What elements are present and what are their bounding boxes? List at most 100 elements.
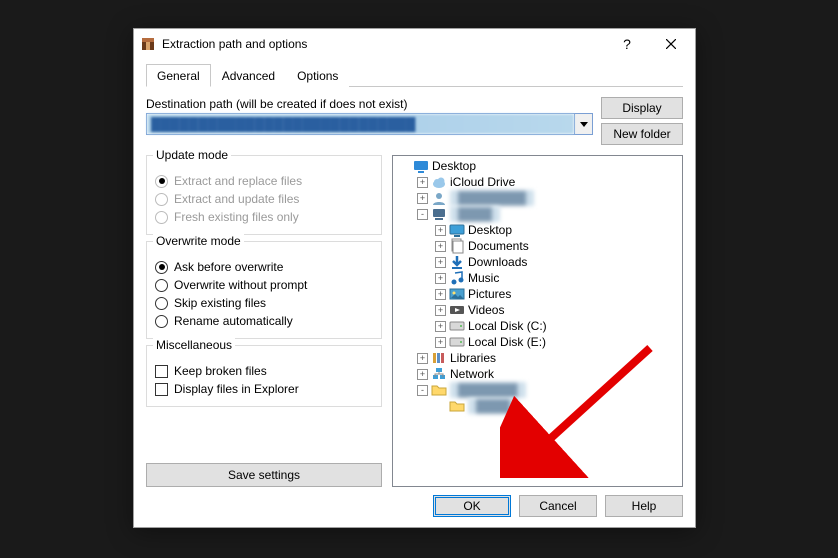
- tree-node-label: iCloud Drive: [450, 174, 515, 190]
- app-icon: [140, 36, 156, 52]
- dialog-footer: OK Cancel Help: [146, 487, 683, 517]
- destination-path-combo[interactable]: [146, 113, 593, 135]
- checkbox-icon: [155, 383, 168, 396]
- tab-pane-general: Destination path (will be created if doe…: [146, 87, 683, 517]
- folder-tree[interactable]: Desktop + iCloud Drive + ████████ - ████ + Deskt…: [392, 155, 683, 487]
- tree-node-label: Videos: [468, 302, 504, 318]
- tree-node[interactable]: + Libraries: [395, 350, 680, 366]
- check-display-explorer[interactable]: Display files in Explorer: [155, 380, 373, 398]
- tree-expander[interactable]: +: [435, 257, 446, 268]
- radio-fresh-only[interactable]: Fresh existing files only: [155, 208, 373, 226]
- cloud-icon: [431, 174, 447, 190]
- tree-node-label: Music: [468, 270, 499, 286]
- tree-node[interactable]: -███████: [395, 382, 680, 398]
- tree-node[interactable]: ████: [395, 398, 680, 414]
- tree-node-label: ████: [450, 206, 500, 222]
- help-titlebar-button[interactable]: ?: [605, 30, 649, 58]
- down-icon: [449, 254, 465, 270]
- checkbox-icon: [155, 365, 168, 378]
- tree-expander[interactable]: +: [435, 273, 446, 284]
- tree-node[interactable]: + Network: [395, 366, 680, 382]
- tree-expander[interactable]: +: [435, 289, 446, 300]
- tree-expander[interactable]: +: [435, 337, 446, 348]
- tree-expander[interactable]: -: [417, 209, 428, 220]
- libs-icon: [431, 350, 447, 366]
- radio-icon: [155, 211, 168, 224]
- window-title: Extraction path and options: [162, 37, 605, 51]
- tree-node[interactable]: + ████████: [395, 190, 680, 206]
- help-button[interactable]: Help: [605, 495, 683, 517]
- tree-node[interactable]: + Documents: [395, 238, 680, 254]
- folder-icon: [431, 382, 447, 398]
- docs-icon: [449, 238, 465, 254]
- tree-expander[interactable]: +: [435, 225, 446, 236]
- group-miscellaneous: Miscellaneous Keep broken files Display …: [146, 345, 382, 407]
- tree-node[interactable]: + Videos: [395, 302, 680, 318]
- tree-node[interactable]: + iCloud Drive: [395, 174, 680, 190]
- tree-expander[interactable]: +: [417, 193, 428, 204]
- destination-path-label: Destination path (will be created if doe…: [146, 97, 593, 111]
- tree-node-label: Pictures: [468, 286, 511, 302]
- save-settings-button[interactable]: Save settings: [146, 463, 382, 487]
- tree-node-label: Desktop: [468, 222, 512, 238]
- tree-node[interactable]: + Pictures: [395, 286, 680, 302]
- desktop-blue-icon: [413, 158, 429, 174]
- radio-icon: [155, 175, 168, 188]
- radio-extract-replace[interactable]: Extract and replace files: [155, 172, 373, 190]
- tree-node-label: Libraries: [450, 350, 496, 366]
- radio-rename-auto[interactable]: Rename automatically: [155, 312, 373, 330]
- destination-path-drop[interactable]: [574, 114, 592, 134]
- net-icon: [431, 366, 447, 382]
- tree-expander[interactable]: +: [417, 177, 428, 188]
- tree-expander[interactable]: +: [417, 353, 428, 364]
- user-icon: [431, 190, 447, 206]
- folder-icon: [449, 398, 465, 414]
- tree-node-label: ████: [468, 398, 518, 414]
- group-overwrite-mode: Overwrite mode Ask before overwrite Over…: [146, 241, 382, 339]
- tree-node[interactable]: + Desktop: [395, 222, 680, 238]
- tree-node[interactable]: - ████: [395, 206, 680, 222]
- titlebar: Extraction path and options ?: [134, 29, 695, 59]
- tab-strip: General Advanced Options: [146, 63, 683, 87]
- radio-icon: [155, 261, 168, 274]
- group-legend: Miscellaneous: [153, 338, 235, 352]
- tree-node[interactable]: + Local Disk (E:): [395, 334, 680, 350]
- tree-node[interactable]: + Music: [395, 270, 680, 286]
- tree-expander[interactable]: +: [435, 241, 446, 252]
- tree-node-label: Documents: [468, 238, 529, 254]
- radio-extract-update[interactable]: Extract and update files: [155, 190, 373, 208]
- radio-overwrite-noprompt[interactable]: Overwrite without prompt: [155, 276, 373, 294]
- tab-general[interactable]: General: [146, 64, 211, 87]
- tree-expander[interactable]: -: [417, 385, 428, 396]
- tab-advanced[interactable]: Advanced: [211, 64, 286, 87]
- radio-icon: [155, 297, 168, 310]
- tree-expander[interactable]: +: [417, 369, 428, 380]
- tab-options[interactable]: Options: [286, 64, 349, 87]
- new-folder-button[interactable]: New folder: [601, 123, 683, 145]
- desktop-icon: [449, 222, 465, 238]
- pc-icon: [431, 206, 447, 222]
- tree-node[interactable]: +Downloads: [395, 254, 680, 270]
- tree-node-label: Network: [450, 366, 494, 382]
- tree-node-label: ████████: [450, 190, 534, 206]
- destination-path-input[interactable]: [147, 114, 574, 134]
- radio-ask-overwrite[interactable]: Ask before overwrite: [155, 258, 373, 276]
- ok-button[interactable]: OK: [433, 495, 511, 517]
- tree-expander[interactable]: +: [435, 305, 446, 316]
- disk-icon: [449, 334, 465, 350]
- group-update-mode: Update mode Extract and replace files Ex…: [146, 155, 382, 235]
- close-button[interactable]: [649, 30, 693, 58]
- extraction-options-dialog: Extraction path and options ? General Ad…: [133, 28, 696, 528]
- disk-icon: [449, 318, 465, 334]
- display-button[interactable]: Display: [601, 97, 683, 119]
- tree-expander[interactable]: +: [435, 321, 446, 332]
- cancel-button[interactable]: Cancel: [519, 495, 597, 517]
- tree-node[interactable]: Desktop: [395, 158, 680, 174]
- tree-node-label: Local Disk (E:): [468, 334, 546, 350]
- tree-node[interactable]: + Local Disk (C:): [395, 318, 680, 334]
- music-icon: [449, 270, 465, 286]
- check-keep-broken[interactable]: Keep broken files: [155, 362, 373, 380]
- radio-skip-existing[interactable]: Skip existing files: [155, 294, 373, 312]
- radio-icon: [155, 193, 168, 206]
- tree-node-label: Local Disk (C:): [468, 318, 547, 334]
